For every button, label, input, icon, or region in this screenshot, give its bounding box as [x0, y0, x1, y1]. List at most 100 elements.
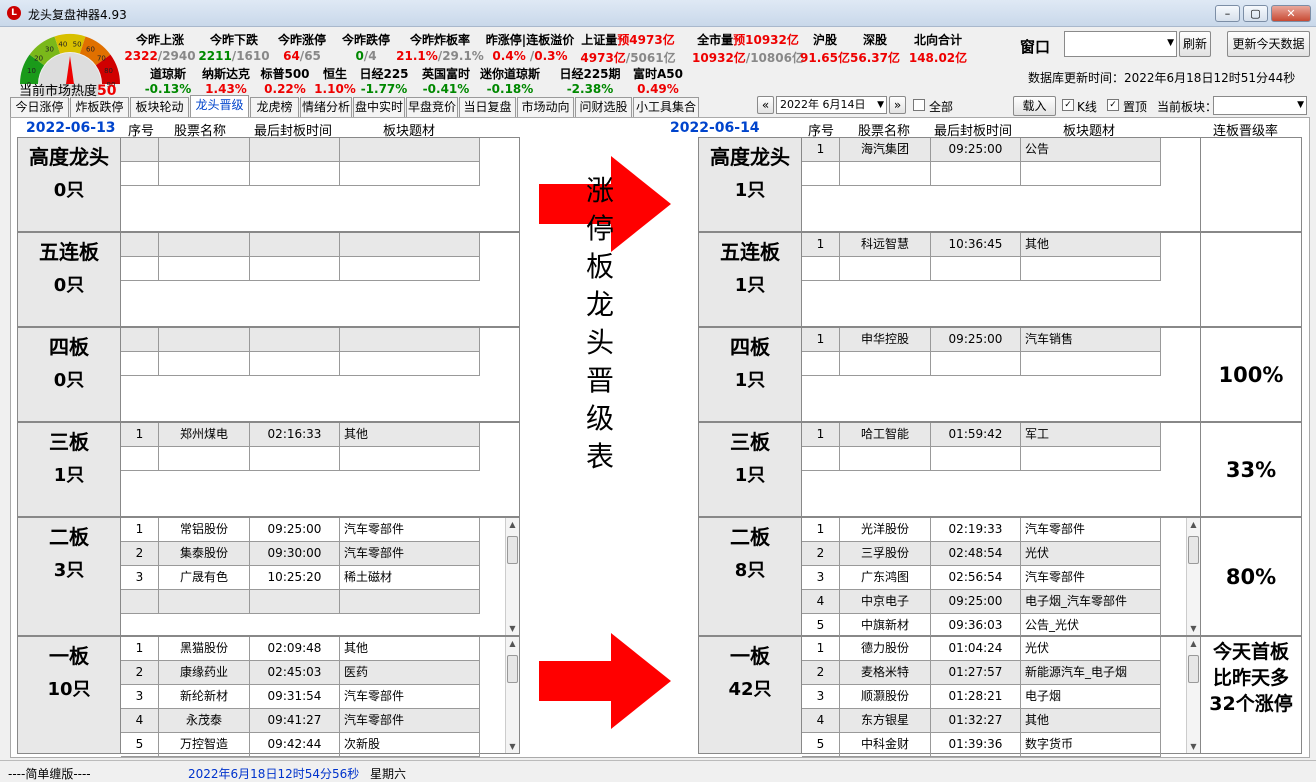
indicator-name: 今昨上涨: [124, 31, 195, 48]
table-row[interactable]: 1 光洋股份 02:19:33 汽车零部件: [802, 518, 1162, 542]
scroll-down-icon[interactable]: ▼: [1187, 622, 1200, 635]
seal-time: [250, 352, 340, 376]
scroll-thumb[interactable]: [1188, 655, 1199, 683]
seal-time: [250, 447, 340, 471]
tab-6[interactable]: 盘中实时: [353, 97, 405, 117]
tab-4[interactable]: 龙虎榜: [250, 97, 299, 117]
seal-time: 02:48:54: [931, 542, 1021, 566]
table-row[interactable]: [802, 162, 1162, 186]
table-row[interactable]: 4 中京电子 09:25:00 电子烟_汽车零部件: [802, 590, 1162, 614]
theme: 汽车零部件: [340, 542, 480, 566]
level-label: 五连板 1只: [698, 232, 802, 327]
scrollbar[interactable]: ▲ ▼: [1186, 637, 1200, 753]
all-label: 全部: [929, 100, 954, 114]
indicator-value: 64/65: [278, 49, 326, 63]
tab-3[interactable]: 龙头晋级: [190, 95, 249, 117]
indicator-value: 0/4: [342, 49, 390, 63]
table-row[interactable]: [121, 233, 481, 257]
tab-2[interactable]: 板块轮动: [130, 97, 189, 117]
table-row[interactable]: [802, 257, 1162, 281]
indicator-0: 今昨上涨 2322/2940: [124, 31, 195, 63]
table-row[interactable]: [121, 138, 481, 162]
scroll-down-icon[interactable]: ▼: [506, 622, 519, 635]
table-row[interactable]: 1 哈工智能 01:59:42 军工: [802, 423, 1162, 447]
table-row[interactable]: [121, 328, 481, 352]
scroll-down-icon[interactable]: ▼: [1187, 740, 1200, 753]
table-row[interactable]: 1 德力股份 01:04:24 光伏: [802, 637, 1162, 661]
kline-checkbox[interactable]: ✓: [1062, 99, 1074, 111]
table-row[interactable]: 3 广东鸿图 02:56:54 汽车零部件: [802, 566, 1162, 590]
board-select[interactable]: ▼: [1213, 96, 1307, 115]
next-date-button[interactable]: »: [889, 96, 906, 114]
update-today-button[interactable]: 更新今天数据: [1227, 31, 1310, 57]
table-row[interactable]: 3 顺灏股份 01:28:21 电子烟: [802, 685, 1162, 709]
prev-date-button[interactable]: «: [757, 96, 774, 114]
pin-top-checkbox[interactable]: ✓: [1107, 99, 1119, 111]
table-row[interactable]: [121, 447, 481, 471]
table-row[interactable]: 1 郑州煤电 02:16:33 其他: [121, 423, 481, 447]
table-row[interactable]: 2 康缘药业 02:45:03 医药: [121, 661, 481, 685]
table-row[interactable]: [121, 590, 481, 614]
window-select[interactable]: ▼: [1064, 31, 1177, 57]
table-row[interactable]: 1 海汽集团 09:25:00 公告: [802, 138, 1162, 162]
table-row[interactable]: 3 新纶新材 09:31:54 汽车零部件: [121, 685, 481, 709]
table-row[interactable]: [802, 447, 1162, 471]
table-row[interactable]: 1 常铝股份 09:25:00 汽车零部件: [121, 518, 481, 542]
date-picker[interactable]: 2022年 6月14日 ▼: [776, 96, 887, 114]
tab-7[interactable]: 早盘竞价: [406, 97, 458, 117]
scroll-up-icon[interactable]: ▲: [506, 637, 519, 650]
table-row[interactable]: 1 科远智慧 10:36:45 其他: [802, 233, 1162, 257]
level-count: 10只: [47, 679, 91, 700]
scrollbar[interactable]: ▲ ▼: [1186, 518, 1200, 635]
indicator-name: 今昨炸板率: [396, 31, 484, 48]
scroll-thumb[interactable]: [507, 536, 518, 564]
refresh-button[interactable]: 刷新: [1179, 31, 1211, 57]
scroll-up-icon[interactable]: ▲: [1187, 518, 1200, 531]
scroll-down-icon[interactable]: ▼: [506, 740, 519, 753]
table-row[interactable]: [121, 352, 481, 376]
scroll-up-icon[interactable]: ▲: [506, 518, 519, 531]
minimize-button[interactable]: –: [1215, 5, 1240, 22]
table-row[interactable]: [802, 352, 1162, 376]
indicator-yesterday: 10806亿: [750, 51, 804, 65]
scroll-thumb[interactable]: [1188, 536, 1199, 564]
scrollbar[interactable]: ▲ ▼: [505, 637, 519, 753]
table-row[interactable]: 1 申华控股 09:25:00 汽车销售: [802, 328, 1162, 352]
tab-11[interactable]: 小工具集合: [633, 97, 699, 117]
level-stock-list: 1 哈工智能 01:59:42 军工: [801, 422, 1201, 517]
level-count: 1只: [734, 275, 766, 296]
tab-10[interactable]: 问财选股: [575, 97, 632, 117]
tab-8[interactable]: 当日复盘: [459, 97, 516, 117]
center-title-char: 晋: [585, 364, 614, 397]
scroll-thumb[interactable]: [507, 655, 518, 683]
table-row[interactable]: 5 中科金财 01:39:36 数字货币: [802, 733, 1162, 757]
tab-1[interactable]: 炸板跌停: [70, 97, 129, 117]
table-row[interactable]: 2 麦格米特 01:27:57 新能源汽车_电子烟: [802, 661, 1162, 685]
table-row[interactable]: 1 黑猫股份 02:09:48 其他: [121, 637, 481, 661]
tab-9[interactable]: 市场动向: [517, 97, 574, 117]
all-checkbox[interactable]: [913, 99, 925, 111]
seal-time: 09:42:44: [250, 733, 340, 757]
level-label: 四板 1只: [698, 327, 802, 422]
scroll-up-icon[interactable]: ▲: [1187, 637, 1200, 650]
tab-0[interactable]: 今日涨停: [10, 97, 69, 117]
tab-5[interactable]: 情绪分析: [300, 97, 352, 117]
table-row[interactable]: 5 中旗新材 09:36:03 公告_光伏: [802, 614, 1162, 638]
stock-name: [840, 352, 931, 376]
scrollbar[interactable]: ▲ ▼: [505, 518, 519, 635]
table-row[interactable]: 5 万控智造 09:42:44 次新股: [121, 733, 481, 757]
table-row[interactable]: 4 永茂泰 09:41:27 汽车零部件: [121, 709, 481, 733]
row-index: 1: [802, 233, 840, 257]
table-row[interactable]: [121, 257, 481, 281]
table-row[interactable]: 4 东方银星 01:32:27 其他: [802, 709, 1162, 733]
table-row[interactable]: [121, 162, 481, 186]
table-row[interactable]: 2 三孚股份 02:48:54 光伏: [802, 542, 1162, 566]
maximize-button[interactable]: ▢: [1243, 5, 1268, 22]
indicator-8: 沪股 91.65亿: [800, 31, 850, 66]
table-row[interactable]: 2 集泰股份 09:30:00 汽车零部件: [121, 542, 481, 566]
load-button[interactable]: 载入: [1013, 96, 1056, 116]
title-bar: L 龙头复盘神器4.93 – ▢ ✕: [0, 0, 1316, 27]
close-button[interactable]: ✕: [1271, 5, 1311, 22]
table-row[interactable]: 3 广晟有色 10:25:20 稀土磁材: [121, 566, 481, 590]
global-index-change: -0.41%: [422, 82, 470, 96]
